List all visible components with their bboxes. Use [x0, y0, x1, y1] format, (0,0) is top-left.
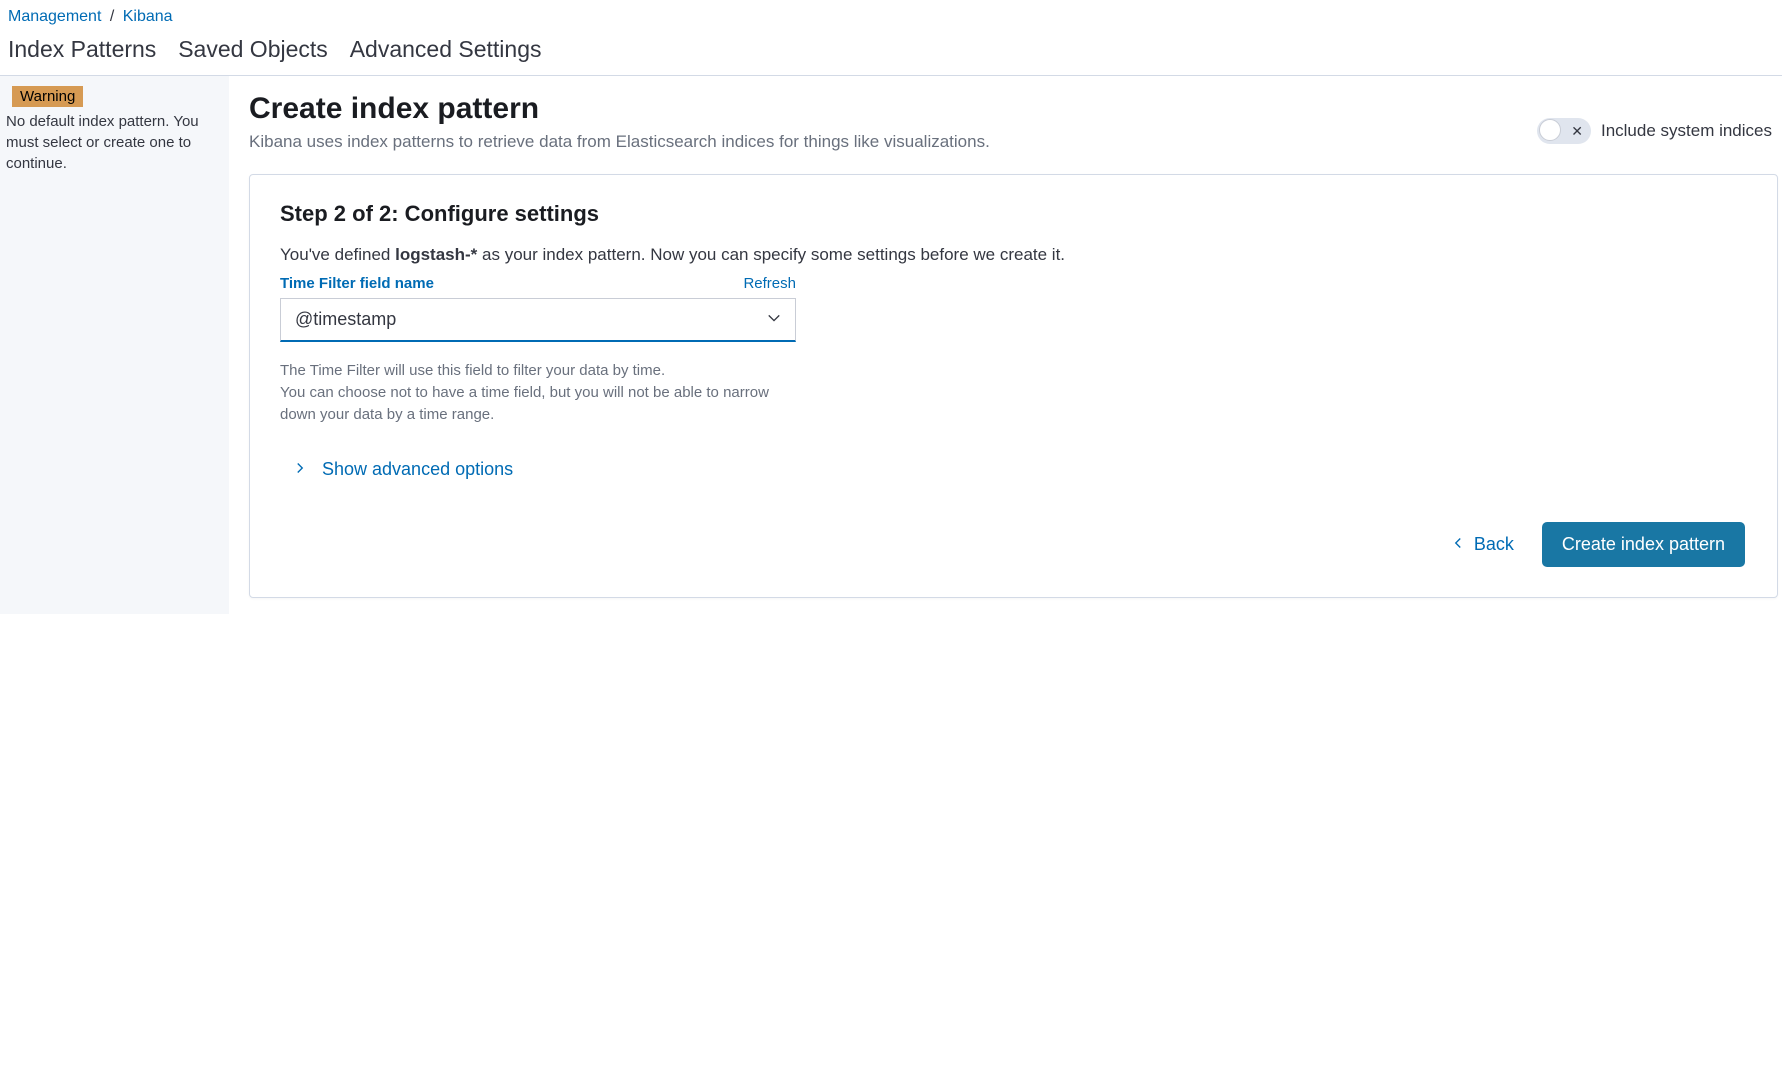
- back-label: Back: [1474, 534, 1514, 555]
- time-filter-selected-value: @timestamp: [295, 309, 767, 330]
- create-index-pattern-button[interactable]: Create index pattern: [1542, 522, 1745, 567]
- page-title: Create index pattern: [249, 92, 1537, 126]
- chevron-right-icon: [294, 459, 306, 480]
- index-pattern-name: logstash-*: [395, 245, 477, 264]
- tab-advanced-settings[interactable]: Advanced Settings: [350, 36, 542, 63]
- time-filter-help: The Time Filter will use this field to f…: [280, 360, 800, 425]
- page-subtitle: Kibana uses index patterns to retrieve d…: [249, 132, 1537, 152]
- tab-index-patterns[interactable]: Index Patterns: [8, 36, 156, 63]
- tab-saved-objects[interactable]: Saved Objects: [178, 36, 328, 63]
- include-system-indices-toggle[interactable]: ✕: [1537, 118, 1591, 144]
- toggle-thumb: [1539, 119, 1561, 141]
- refresh-link[interactable]: Refresh: [743, 275, 796, 292]
- step-desc-pre: You've defined: [280, 245, 395, 264]
- chevron-down-icon: [767, 309, 781, 330]
- sidebar: Warning No default index pattern. You mu…: [0, 76, 229, 614]
- back-button[interactable]: Back: [1452, 534, 1514, 555]
- advanced-options-label: Show advanced options: [322, 459, 513, 480]
- warning-badge: Warning: [12, 86, 83, 107]
- time-filter-field-select[interactable]: @timestamp: [280, 298, 796, 342]
- warning-text: No default index pattern. You must selec…: [6, 111, 223, 174]
- main-content: Create index pattern Kibana uses index p…: [229, 76, 1782, 614]
- help-line-2: You can choose not to have a time field,…: [280, 382, 800, 426]
- chevron-left-icon: [1452, 534, 1464, 555]
- breadcrumb-separator: /: [106, 8, 118, 25]
- step-description: You've defined logstash-* as your index …: [280, 245, 1747, 265]
- close-icon: ✕: [1571, 123, 1583, 140]
- step-desc-post: as your index pattern. Now you can speci…: [477, 245, 1065, 264]
- configure-panel: Step 2 of 2: Configure settings You've d…: [249, 174, 1778, 598]
- breadcrumb-kibana[interactable]: Kibana: [123, 8, 173, 25]
- show-advanced-options[interactable]: Show advanced options: [280, 459, 1747, 480]
- time-filter-field-label: Time Filter field name: [280, 275, 743, 292]
- help-line-1: The Time Filter will use this field to f…: [280, 360, 800, 382]
- tabs: Index Patterns Saved Objects Advanced Se…: [0, 30, 1782, 76]
- breadcrumb: Management / Kibana: [0, 0, 1782, 30]
- step-title: Step 2 of 2: Configure settings: [280, 201, 1747, 227]
- include-system-indices-label: Include system indices: [1601, 121, 1772, 141]
- breadcrumb-management[interactable]: Management: [8, 8, 101, 25]
